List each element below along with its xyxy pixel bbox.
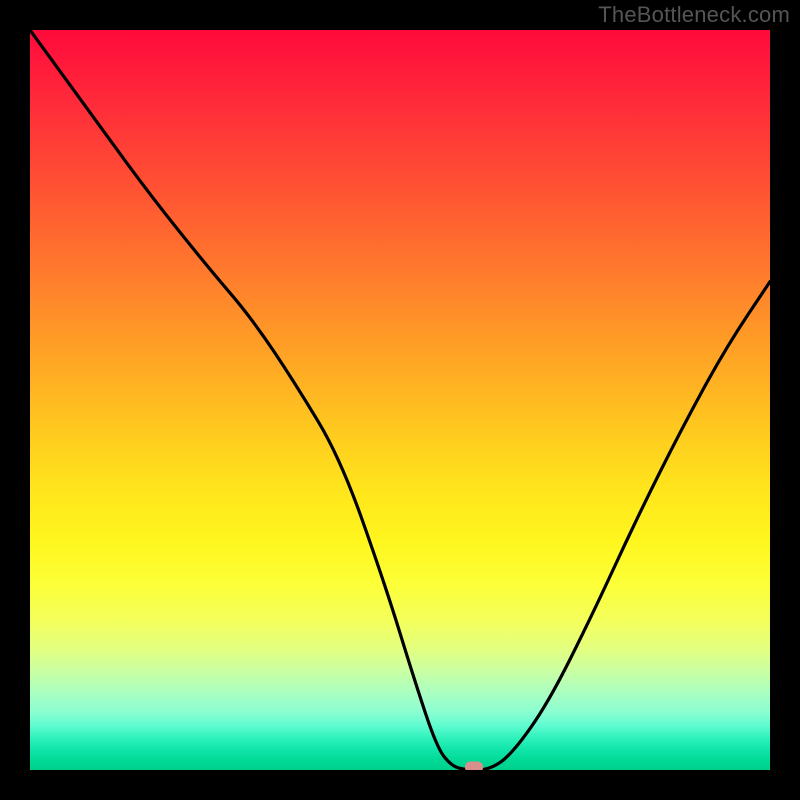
optimal-point-marker <box>465 762 483 771</box>
watermark-text: TheBottleneck.com <box>598 2 790 28</box>
bottleneck-curve <box>30 30 770 770</box>
chart-frame: TheBottleneck.com <box>0 0 800 800</box>
plot-area <box>30 30 770 770</box>
